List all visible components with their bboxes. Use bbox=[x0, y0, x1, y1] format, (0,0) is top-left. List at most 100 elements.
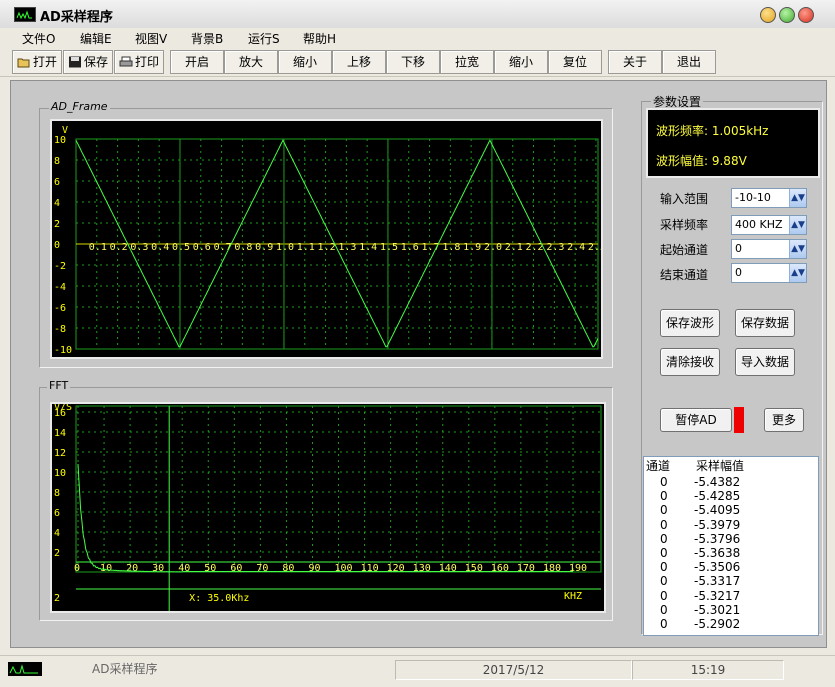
list-item[interactable]: 0 -5.3217 bbox=[644, 589, 802, 603]
save-waveform-button[interactable]: 保存波形 bbox=[660, 309, 720, 337]
open-button[interactable]: 打开 bbox=[12, 50, 62, 74]
chevron-down-icon[interactable]: ▲▼ bbox=[789, 264, 806, 282]
chevron-down-icon[interactable]: ▲▼ bbox=[789, 216, 806, 234]
fft-y-unit: V/S bbox=[54, 404, 72, 413]
print-button[interactable]: 打印 bbox=[114, 50, 164, 74]
list-item-channel: 0 bbox=[660, 503, 668, 518]
fft-x-tick-label: 190 bbox=[569, 563, 587, 574]
sample-list[interactable]: 通道 采样幅值 0 -5.4382 0 -5.4285 0 -5.4095 0 -5.3979… bbox=[643, 456, 819, 636]
menu-background[interactable]: 背景B bbox=[191, 30, 223, 47]
x-tick-label: 0.5 bbox=[172, 242, 190, 253]
list-item[interactable]: 0 -5.3979 bbox=[644, 518, 802, 532]
start-channel-label: 起始通道 bbox=[660, 243, 709, 257]
list-item[interactable]: 0 -5.3506 bbox=[644, 560, 802, 574]
menu-view[interactable]: 视图V bbox=[135, 30, 167, 47]
reset-button[interactable]: 复位 bbox=[548, 50, 602, 74]
save-data-button[interactable]: 保存数据 bbox=[735, 309, 795, 337]
title-bar[interactable]: AD采样程序 bbox=[0, 0, 835, 29]
maximize-button[interactable] bbox=[779, 7, 795, 23]
pause-ad-button[interactable]: 暂停AD bbox=[660, 408, 732, 432]
menu-edit[interactable]: 编辑E bbox=[80, 30, 112, 47]
shrink-button[interactable]: 缩小 bbox=[494, 50, 548, 74]
import-data-button[interactable]: 导入数据 bbox=[735, 348, 795, 376]
fft-x-tick-label: 180 bbox=[543, 563, 561, 574]
x-tick-label: 2.3 bbox=[546, 242, 564, 253]
stretch-button[interactable]: 拉宽 bbox=[440, 50, 494, 74]
list-item[interactable]: 0 -5.3796 bbox=[644, 532, 802, 546]
x-tick-label: 1.3 bbox=[338, 242, 356, 253]
move-down-button[interactable]: 下移 bbox=[386, 50, 440, 74]
list-item[interactable]: 0 -5.3638 bbox=[644, 546, 802, 560]
about-button[interactable]: 关于 bbox=[608, 50, 662, 74]
fft-spectrum-plot[interactable]: 16 14 12 10 8 6 4 2 V/S 0 10 20 30 40 50 60 70 80 90 100 110… bbox=[50, 402, 606, 613]
more-button[interactable]: 更多 bbox=[764, 408, 804, 432]
fft-x-tick-label: 120 bbox=[387, 563, 405, 574]
list-item[interactable]: 0 -5.3021 bbox=[644, 603, 802, 617]
list-item-channel: 0 bbox=[660, 531, 668, 546]
save-label: 保存 bbox=[83, 55, 108, 69]
move-up-button[interactable]: 上移 bbox=[332, 50, 386, 74]
y-tick-label: 4 bbox=[54, 198, 60, 209]
fft-y-tick-label: 10 bbox=[54, 468, 66, 479]
close-button[interactable] bbox=[798, 7, 814, 23]
menu-help[interactable]: 帮助H bbox=[303, 30, 336, 47]
fft-x-tick-label: 160 bbox=[491, 563, 509, 574]
ad-waveform-plot[interactable]: 10 8 6 4 2 0 -2 -4 -6 -8 -10 V 0.1 0.2 0.3 0.4 0.5 0.6 0.7… bbox=[50, 119, 606, 359]
folder-icon bbox=[17, 53, 31, 68]
fft-x-tick-label: 30 bbox=[152, 563, 164, 574]
minimize-button[interactable] bbox=[760, 7, 776, 23]
list-item[interactable]: 0 -5.2902 bbox=[644, 617, 802, 631]
ad-waveform-svg: 1086420-2-4-6-8-10V0.1 0.2 0.3 0.4 0.5 0.6 0.7… bbox=[54, 125, 606, 356]
exit-button[interactable]: 退出 bbox=[662, 50, 716, 74]
sample-rate-select[interactable]: 400 KHZ ▲▼ bbox=[731, 215, 807, 235]
status-app-name: AD采样程序 bbox=[92, 662, 158, 676]
zoom-out-button[interactable]: 缩小 bbox=[278, 50, 332, 74]
end-channel-select[interactable]: 0 ▲▼ bbox=[731, 263, 807, 283]
x-tick-label: 0.9 bbox=[255, 242, 273, 253]
y-tick-label: 2 bbox=[54, 219, 60, 230]
fft-y-tick-label: 14 bbox=[54, 428, 66, 439]
input-range-value: -10-10 bbox=[735, 191, 771, 204]
list-item[interactable]: 0 -5.4382 bbox=[644, 475, 802, 489]
fft-y-tick-label: 6 bbox=[54, 508, 60, 519]
y-tick-label: -2 bbox=[54, 261, 66, 272]
status-indicator bbox=[734, 407, 744, 433]
menu-run[interactable]: 运行S bbox=[248, 30, 280, 47]
y-tick-label: -8 bbox=[54, 324, 66, 335]
input-range-select[interactable]: -10-10 ▲▼ bbox=[731, 188, 807, 208]
zoom-in-button[interactable]: 放大 bbox=[224, 50, 278, 74]
x-tick-label: 1.0 bbox=[276, 242, 294, 253]
end-channel-value: 0 bbox=[735, 266, 742, 279]
input-range-label: 输入范围 bbox=[660, 192, 709, 206]
x-tick-label: 0.4 bbox=[151, 242, 169, 253]
list-item[interactable]: 0 -5.4095 bbox=[644, 503, 802, 517]
x-tick-label: 1.8 bbox=[442, 242, 460, 253]
fft-y-tick-label: 8 bbox=[54, 488, 60, 499]
window-title: AD采样程序 bbox=[40, 10, 113, 25]
x-tick-label: 1.4 bbox=[359, 242, 377, 253]
fft-x-tick-label: 110 bbox=[361, 563, 379, 574]
list-item-channel: 0 bbox=[660, 602, 668, 617]
list-item-channel: 0 bbox=[660, 546, 668, 560]
chevron-down-icon[interactable]: ▲▼ bbox=[789, 189, 806, 207]
y-tick-label: -10 bbox=[54, 345, 72, 356]
menu-file[interactable]: 文件O bbox=[22, 30, 55, 47]
start-button[interactable]: 开启 bbox=[170, 50, 224, 74]
y-tick-label: -4 bbox=[54, 282, 66, 293]
start-channel-value: 0 bbox=[735, 242, 742, 255]
save-button[interactable]: 保存 bbox=[63, 50, 113, 74]
chevron-down-icon[interactable]: ▲▼ bbox=[789, 240, 806, 258]
clear-receive-button[interactable]: 清除接收 bbox=[660, 348, 720, 376]
frequency-readout: 波形频率: 1.005kHz bbox=[656, 124, 769, 138]
fft-x-tick-label: 40 bbox=[178, 563, 190, 574]
list-item[interactable]: 0 -5.4285 bbox=[644, 489, 802, 503]
end-channel-label: 结束通道 bbox=[660, 268, 709, 282]
status-date: 2017/5/12 bbox=[395, 660, 632, 680]
fft-x-tick-label: 50 bbox=[204, 563, 216, 574]
list-item-amplitude: -5.2902 bbox=[694, 617, 741, 631]
list-item-amplitude: -5.3217 bbox=[694, 588, 741, 603]
list-item-channel: 0 bbox=[660, 617, 668, 631]
start-channel-select[interactable]: 0 ▲▼ bbox=[731, 239, 807, 259]
list-item[interactable]: 0 -5.3317 bbox=[644, 574, 802, 588]
fft-x-tick-label: 140 bbox=[439, 563, 457, 574]
